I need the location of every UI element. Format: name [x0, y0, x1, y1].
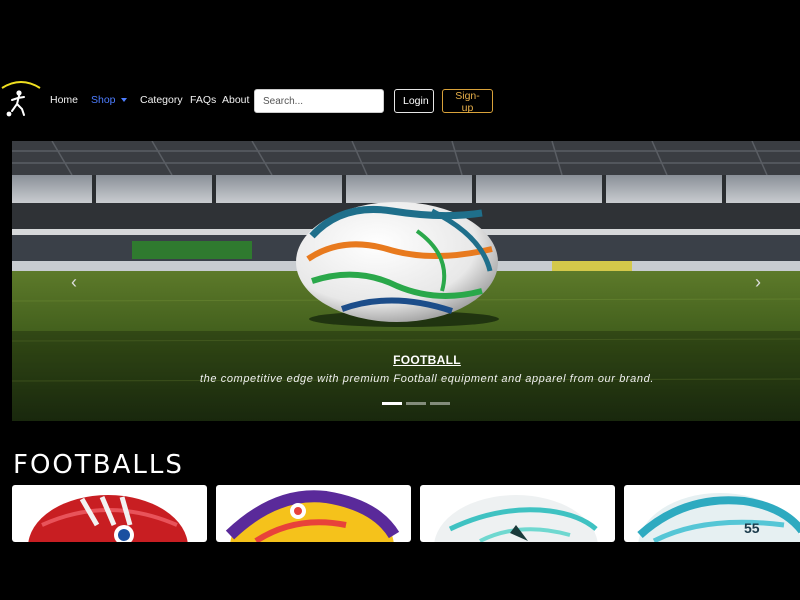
nav-category-link[interactable]: Category [140, 94, 183, 106]
page-bottom [0, 542, 800, 600]
carousel-caption-text: the competitive edge with premium Footba… [199, 373, 654, 385]
red-football-icon [28, 495, 188, 542]
product-grid: 55 [12, 485, 800, 542]
signup-button[interactable]: Sign-up [442, 89, 493, 114]
nav-shop-label: Shop [91, 94, 116, 106]
section-title: FOOTBALLS [13, 450, 184, 480]
football-player-logo-icon [1, 81, 41, 117]
white-teal-football-icon [434, 495, 598, 542]
yellow-purple-football-icon [225, 490, 400, 542]
carousel-indicator-1[interactable] [382, 402, 402, 405]
login-button[interactable]: Login [394, 89, 434, 113]
nav-shop-dropdown[interactable]: Shop [91, 94, 127, 106]
product-card[interactable] [420, 485, 615, 542]
carousel-indicators [382, 402, 462, 406]
carousel-caption-title: FOOTBALL [393, 353, 461, 367]
search-input[interactable] [254, 89, 384, 113]
carousel-indicator-2[interactable] [406, 402, 426, 405]
hero-carousel: ‹ › FOOTBALL the competitive edge with p… [12, 141, 800, 421]
product-card[interactable]: 55 [624, 485, 800, 542]
carousel-indicator-3[interactable] [430, 402, 450, 405]
nav-home-link[interactable]: Home [50, 94, 78, 106]
chevron-down-icon [120, 98, 127, 103]
nav-faqs-link[interactable]: FAQs [190, 94, 216, 106]
navbar: Home Shop Category FAQs About Login Sign… [0, 78, 800, 124]
nav-about-link[interactable]: About [222, 94, 249, 106]
product-card[interactable] [12, 485, 207, 542]
brand-logo[interactable] [0, 78, 42, 122]
white-blue-football-icon: 55 [637, 493, 800, 542]
svg-text:55: 55 [744, 520, 760, 536]
carousel-prev-icon[interactable]: ‹ [66, 271, 82, 293]
carousel-next-icon[interactable]: › [750, 271, 766, 293]
product-card[interactable] [216, 485, 411, 542]
